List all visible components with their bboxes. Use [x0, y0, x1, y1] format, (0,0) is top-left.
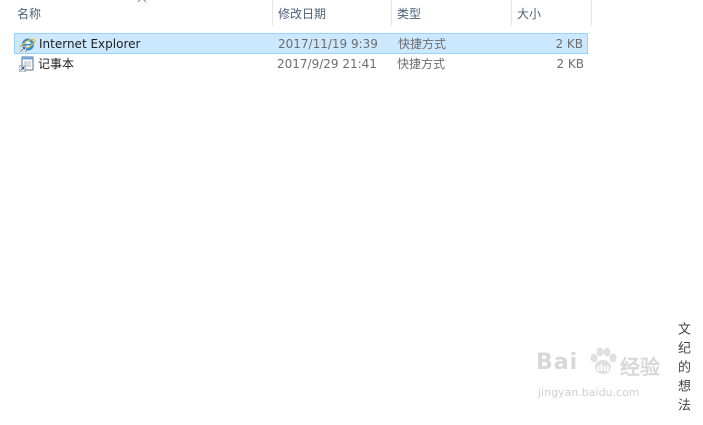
file-size: 2 KB	[555, 37, 583, 51]
paw-icon: du	[590, 347, 617, 374]
file-type: 快捷方式	[398, 37, 447, 51]
column-header-name[interactable]: 名称	[12, 0, 270, 26]
file-name: Internet Explorer	[39, 37, 141, 51]
baidu-jingyan-watermark: Bai du 经验 jingyan.baidu.com	[536, 347, 666, 410]
column-header-size[interactable]: 大小	[511, 0, 591, 26]
file-name: 记事本	[38, 57, 75, 71]
file-type: 快捷方式	[397, 57, 446, 71]
notepad-icon	[19, 56, 34, 72]
column-divider	[591, 0, 592, 26]
file-modified: 2017/9/29 21:41	[277, 57, 377, 71]
svg-text:du: du	[597, 364, 610, 374]
file-size: 2 KB	[556, 57, 584, 71]
jingyan-text: 经验	[620, 355, 660, 379]
column-header-type[interactable]: 类型	[391, 0, 511, 26]
column-header-bar: 名称 修改日期 类型 大小	[0, 0, 703, 26]
file-row-internet-explorer[interactable]: Internet Explorer 2017/11/19 9:39 快捷方式 2…	[14, 33, 588, 54]
file-modified: 2017/11/19 9:39	[278, 37, 378, 51]
watermark-url: jingyan.baidu.com	[538, 386, 640, 399]
column-header-modified[interactable]: 修改日期	[272, 0, 390, 26]
baidu-logo-text: Bai	[536, 350, 579, 375]
author-watermark: 文纪的想法	[675, 322, 690, 417]
internet-explorer-icon	[20, 38, 36, 52]
file-row-notepad[interactable]: 记事本 2017/9/29 21:41 快捷方式 2 KB	[14, 54, 588, 75]
